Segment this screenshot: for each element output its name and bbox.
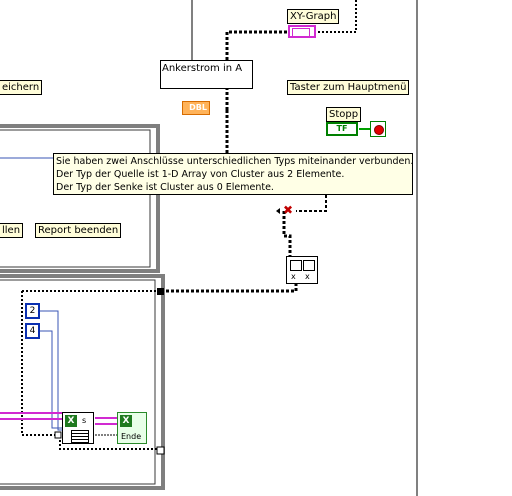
xi-icon-2: x xyxy=(305,272,310,281)
report-beenden-label: Report beenden xyxy=(35,223,122,238)
xy-graph-terminal[interactable] xyxy=(288,25,316,38)
s-label: s xyxy=(82,416,87,425)
speichern-label: eichern xyxy=(0,80,43,95)
excel-end-vi[interactable]: X Ende xyxy=(117,412,147,444)
bundle-node[interactable]: x x xyxy=(286,256,318,284)
broken-wire-to-bundle xyxy=(282,211,292,262)
broken-wire-to-loop xyxy=(160,268,298,293)
excel-write-vi[interactable]: X s xyxy=(62,412,94,444)
dbl-terminal[interactable]: DBL xyxy=(182,101,210,115)
tooltip-line-1: Sie haben zwei Anschlüsse unterschiedlic… xyxy=(56,156,414,167)
stopp-label: Stopp xyxy=(326,107,362,122)
tooltip-line-2: Der Typ der Quelle ist 1-D Array von Clu… xyxy=(56,169,345,180)
type-mismatch-tooltip: Sie haben zwei Anschlüsse unterschiedlic… xyxy=(53,153,413,195)
table-icon xyxy=(71,430,89,443)
ankerstrom-label-box: Ankerstrom in A xyxy=(160,60,253,89)
excel-icon-end: X xyxy=(120,415,132,427)
stopp-terminal[interactable]: TF xyxy=(326,122,358,136)
loop-tunnel-bottom xyxy=(156,446,165,455)
taster-label: Taster zum Hauptmenü xyxy=(287,80,410,95)
tf-label: TF xyxy=(336,124,348,133)
constant-2[interactable]: 2 xyxy=(25,303,40,319)
structure-frame-lower-inner xyxy=(0,279,156,485)
tooltip-line-3: Der Typ der Senke ist Cluster aus 0 Elem… xyxy=(56,182,274,193)
cluster-icon xyxy=(290,260,302,271)
dbl-label: DBL xyxy=(189,103,207,112)
broken-wire-right xyxy=(296,195,327,212)
broken-wire-arrow-left xyxy=(276,208,280,214)
constant-4[interactable]: 4 xyxy=(25,323,40,339)
structure-frame-upper xyxy=(0,124,160,273)
inner-tunnel xyxy=(54,431,62,439)
excel-icon: X xyxy=(65,415,77,427)
xy-graph-label: XY-Graph xyxy=(287,9,340,24)
graph-icon xyxy=(292,28,310,37)
llen-label: llen xyxy=(0,223,24,238)
loop-tunnel-top xyxy=(157,288,164,295)
stop-icon xyxy=(374,125,384,135)
ankerstrom-label: Ankerstrom in A xyxy=(162,63,243,74)
broken-wire-x-marker: ✖ xyxy=(283,203,293,217)
stop-indicator[interactable] xyxy=(370,121,386,137)
ende-label: Ende xyxy=(121,432,142,441)
structure-frame-upper-inner xyxy=(0,129,151,268)
cluster-icon-2 xyxy=(303,260,315,271)
xi-icon: x xyxy=(291,272,296,281)
